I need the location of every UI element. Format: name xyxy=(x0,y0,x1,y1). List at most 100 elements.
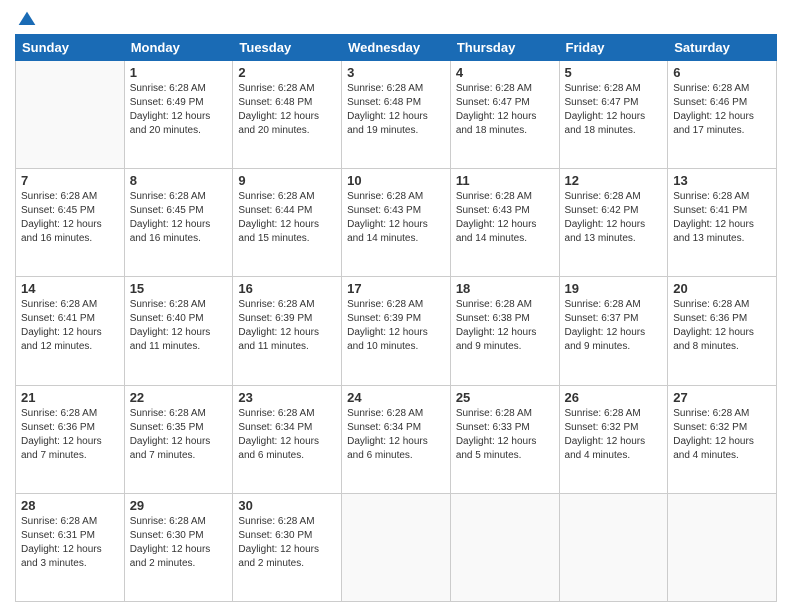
calendar-cell: 22Sunrise: 6:28 AM Sunset: 6:35 PM Dayli… xyxy=(124,385,233,493)
day-number: 29 xyxy=(130,498,228,513)
day-number: 14 xyxy=(21,281,119,296)
calendar-cell: 7 Sunrise: 6:28 AM Sunset: 6:45 PM Daylig… xyxy=(16,169,125,277)
day-number: 9 xyxy=(238,173,336,188)
weekday-header-tuesday: Tuesday xyxy=(233,35,342,61)
day-info: Sunrise: 6:28 AM Sunset: 6:40 PM Dayligh… xyxy=(130,298,228,354)
day-info: Sunrise: 6:28 AM Sunset: 6:47 PM Dayligh… xyxy=(456,82,554,138)
calendar-cell: 8 Sunrise: 6:28 AM Sunset: 6:45 PM Daylig… xyxy=(124,169,233,277)
day-info: Sunrise: 6:28 AM Sunset: 6:44 PM Dayligh… xyxy=(238,190,336,246)
calendar-cell xyxy=(559,493,668,601)
calendar-cell: 28Sunrise: 6:28 AM Sunset: 6:31 PM Dayli… xyxy=(16,493,125,601)
calendar-cell xyxy=(342,493,451,601)
day-number: 8 xyxy=(130,173,228,188)
calendar-cell xyxy=(16,61,125,169)
day-number: 4 xyxy=(456,65,554,80)
day-info: Sunrise: 6:28 AM Sunset: 6:39 PM Dayligh… xyxy=(347,298,445,354)
day-info: Sunrise: 6:28 AM Sunset: 6:34 PM Dayligh… xyxy=(238,407,336,463)
calendar-cell: 27 Sunrise: 6:28 AM Sunset: 6:32 PM Dayli… xyxy=(668,385,777,493)
logo-text xyxy=(15,10,37,30)
calendar-cell xyxy=(450,493,559,601)
day-number: 25 xyxy=(456,390,554,405)
calendar-cell: 23 Sunrise: 6:28 AM Sunset: 6:34 PM Dayli… xyxy=(233,385,342,493)
header xyxy=(15,10,777,26)
week-row-2: 7 Sunrise: 6:28 AM Sunset: 6:45 PM Daylig… xyxy=(16,169,777,277)
day-info: Sunrise: 6:28 AM Sunset: 6:45 PM Dayligh… xyxy=(21,190,119,246)
calendar-cell: 14 Sunrise: 6:28 AM Sunset: 6:41 PM Dayli… xyxy=(16,277,125,385)
calendar-cell: 9 Sunrise: 6:28 AM Sunset: 6:44 PM Daylig… xyxy=(233,169,342,277)
day-number: 5 xyxy=(565,65,663,80)
page-container: SundayMondayTuesdayWednesdayThursdayFrid… xyxy=(0,0,792,612)
day-number: 27 xyxy=(673,390,771,405)
calendar-cell: 2 Sunrise: 6:28 AM Sunset: 6:48 PM Daylig… xyxy=(233,61,342,169)
calendar-cell: 19Sunrise: 6:28 AM Sunset: 6:37 PM Dayli… xyxy=(559,277,668,385)
day-number: 18 xyxy=(456,281,554,296)
calendar-cell: 16 Sunrise: 6:28 AM Sunset: 6:39 PM Dayli… xyxy=(233,277,342,385)
day-number: 16 xyxy=(238,281,336,296)
day-info: Sunrise: 6:28 AM Sunset: 6:36 PM Dayligh… xyxy=(21,407,119,463)
day-number: 30 xyxy=(238,498,336,513)
calendar-cell: 6Sunrise: 6:28 AM Sunset: 6:46 PM Daylig… xyxy=(668,61,777,169)
day-number: 24 xyxy=(347,390,445,405)
day-info: Sunrise: 6:28 AM Sunset: 6:36 PM Dayligh… xyxy=(673,298,771,354)
weekday-header-friday: Friday xyxy=(559,35,668,61)
day-number: 6 xyxy=(673,65,771,80)
day-info: Sunrise: 6:28 AM Sunset: 6:48 PM Dayligh… xyxy=(347,82,445,138)
calendar-cell: 13 Sunrise: 6:28 AM Sunset: 6:41 PM Dayli… xyxy=(668,169,777,277)
weekday-header-sunday: Sunday xyxy=(16,35,125,61)
day-number: 28 xyxy=(21,498,119,513)
day-info: Sunrise: 6:28 AM Sunset: 6:39 PM Dayligh… xyxy=(238,298,336,354)
calendar-cell: 30 Sunrise: 6:28 AM Sunset: 6:30 PM Dayli… xyxy=(233,493,342,601)
calendar-cell: 12 Sunrise: 6:28 AM Sunset: 6:42 PM Dayli… xyxy=(559,169,668,277)
week-row-4: 21 Sunrise: 6:28 AM Sunset: 6:36 PM Dayli… xyxy=(16,385,777,493)
calendar-cell: 18 Sunrise: 6:28 AM Sunset: 6:38 PM Dayli… xyxy=(450,277,559,385)
calendar-cell: 20 Sunrise: 6:28 AM Sunset: 6:36 PM Dayli… xyxy=(668,277,777,385)
calendar-cell: 26 Sunrise: 6:28 AM Sunset: 6:32 PM Dayli… xyxy=(559,385,668,493)
day-info: Sunrise: 6:28 AM Sunset: 6:42 PM Dayligh… xyxy=(565,190,663,246)
logo xyxy=(15,10,37,26)
day-info: Sunrise: 6:28 AM Sunset: 6:43 PM Dayligh… xyxy=(456,190,554,246)
calendar-cell: 10Sunrise: 6:28 AM Sunset: 6:43 PM Dayli… xyxy=(342,169,451,277)
day-number: 23 xyxy=(238,390,336,405)
day-info: Sunrise: 6:28 AM Sunset: 6:30 PM Dayligh… xyxy=(238,515,336,571)
day-info: Sunrise: 6:28 AM Sunset: 6:38 PM Dayligh… xyxy=(456,298,554,354)
calendar-cell: 15 Sunrise: 6:28 AM Sunset: 6:40 PM Dayli… xyxy=(124,277,233,385)
calendar-cell: 5 Sunrise: 6:28 AM Sunset: 6:47 PM Daylig… xyxy=(559,61,668,169)
day-number: 15 xyxy=(130,281,228,296)
day-number: 20 xyxy=(673,281,771,296)
week-row-1: 1Sunrise: 6:28 AM Sunset: 6:49 PM Daylig… xyxy=(16,61,777,169)
day-number: 7 xyxy=(21,173,119,188)
calendar-cell: 17 Sunrise: 6:28 AM Sunset: 6:39 PM Dayli… xyxy=(342,277,451,385)
weekday-header-thursday: Thursday xyxy=(450,35,559,61)
day-number: 17 xyxy=(347,281,445,296)
day-info: Sunrise: 6:28 AM Sunset: 6:32 PM Dayligh… xyxy=(565,407,663,463)
day-info: Sunrise: 6:28 AM Sunset: 6:41 PM Dayligh… xyxy=(673,190,771,246)
weekday-header-monday: Monday xyxy=(124,35,233,61)
day-number: 2 xyxy=(238,65,336,80)
day-info: Sunrise: 6:28 AM Sunset: 6:33 PM Dayligh… xyxy=(456,407,554,463)
day-info: Sunrise: 6:28 AM Sunset: 6:48 PM Dayligh… xyxy=(238,82,336,138)
calendar-cell: 1Sunrise: 6:28 AM Sunset: 6:49 PM Daylig… xyxy=(124,61,233,169)
day-info: Sunrise: 6:28 AM Sunset: 6:32 PM Dayligh… xyxy=(673,407,771,463)
day-number: 26 xyxy=(565,390,663,405)
day-info: Sunrise: 6:28 AM Sunset: 6:41 PM Dayligh… xyxy=(21,298,119,354)
day-info: Sunrise: 6:28 AM Sunset: 6:47 PM Dayligh… xyxy=(565,82,663,138)
calendar-table: SundayMondayTuesdayWednesdayThursdayFrid… xyxy=(15,34,777,602)
calendar-cell: 11Sunrise: 6:28 AM Sunset: 6:43 PM Dayli… xyxy=(450,169,559,277)
day-info: Sunrise: 6:28 AM Sunset: 6:30 PM Dayligh… xyxy=(130,515,228,571)
weekday-header-wednesday: Wednesday xyxy=(342,35,451,61)
calendar-cell: 4 Sunrise: 6:28 AM Sunset: 6:47 PM Daylig… xyxy=(450,61,559,169)
weekday-header-saturday: Saturday xyxy=(668,35,777,61)
day-number: 13 xyxy=(673,173,771,188)
day-number: 22 xyxy=(130,390,228,405)
day-info: Sunrise: 6:28 AM Sunset: 6:45 PM Dayligh… xyxy=(130,190,228,246)
day-info: Sunrise: 6:28 AM Sunset: 6:49 PM Dayligh… xyxy=(130,82,228,138)
day-number: 3 xyxy=(347,65,445,80)
week-row-5: 28Sunrise: 6:28 AM Sunset: 6:31 PM Dayli… xyxy=(16,493,777,601)
day-number: 19 xyxy=(565,281,663,296)
calendar-cell: 29 Sunrise: 6:28 AM Sunset: 6:30 PM Dayli… xyxy=(124,493,233,601)
day-number: 21 xyxy=(21,390,119,405)
calendar-cell: 25 Sunrise: 6:28 AM Sunset: 6:33 PM Dayli… xyxy=(450,385,559,493)
logo-icon xyxy=(17,10,37,30)
day-number: 12 xyxy=(565,173,663,188)
calendar-cell xyxy=(668,493,777,601)
